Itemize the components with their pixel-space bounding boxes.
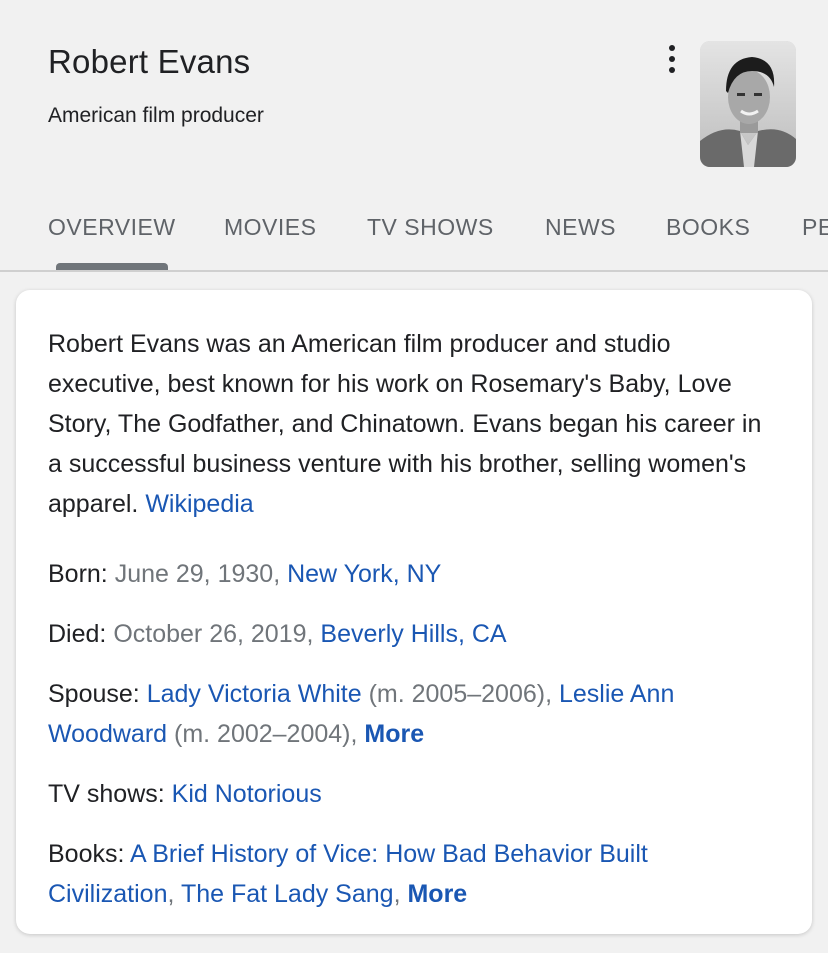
book-link-2[interactable]: The Fat Lady Sang	[181, 880, 394, 908]
books-more-link[interactable]: More	[407, 880, 467, 908]
book-1-line-1: A Brief History of Vice: How Bad Behavio…	[130, 840, 648, 868]
tv-show-link[interactable]: Kid Notorious	[172, 780, 322, 808]
tab-overview[interactable]: OVERVIEW	[48, 214, 176, 241]
header-divider	[0, 270, 828, 272]
fact-born: Born: June 29, 1930, New York, NY	[48, 554, 778, 594]
died-date: October 26, 2019,	[113, 620, 314, 648]
tab-bar: OVERVIEW MOVIES TV SHOWS NEWS BOOKS PE	[0, 205, 828, 270]
spouse-link-2[interactable]: Leslie Ann Woodward	[48, 680, 674, 748]
book-1-line-2: Civilization	[48, 880, 168, 908]
entity-subtitle: American film producer	[48, 104, 264, 127]
tab-people[interactable]: PE	[802, 214, 828, 241]
born-place-link[interactable]: New York, NY	[287, 560, 441, 588]
fact-died: Died: October 26, 2019, Beverly Hills, C…	[48, 614, 778, 654]
born-date: June 29, 1930,	[114, 560, 281, 588]
tab-tv-shows[interactable]: TV SHOWS	[367, 214, 494, 241]
spouse-label: Spouse:	[48, 680, 140, 708]
active-tab-indicator	[56, 263, 168, 270]
born-label: Born:	[48, 560, 108, 588]
entity-description: Robert Evans was an American film produc…	[48, 324, 778, 524]
tv-shows-label: TV shows:	[48, 780, 165, 808]
books-separator-2: ,	[393, 880, 401, 908]
fact-books: Books: A Brief History of Vice: How Bad …	[48, 834, 778, 914]
overview-card: Robert Evans was an American film produc…	[16, 290, 812, 934]
wikipedia-link[interactable]: Wikipedia	[145, 490, 253, 518]
entity-title: Robert Evans	[48, 43, 251, 80]
fact-tv-shows: TV shows: Kid Notorious	[48, 774, 778, 814]
spouse-link-1[interactable]: Lady Victoria White	[147, 680, 362, 708]
spouse-2-years: (m. 2002–2004),	[174, 720, 358, 748]
books-separator: ,	[167, 880, 175, 908]
tab-books[interactable]: BOOKS	[666, 214, 750, 241]
tab-movies[interactable]: MOVIES	[224, 214, 316, 241]
spouse-2-line-1: Leslie Ann	[558, 680, 675, 708]
spouse-1-years: (m. 2005–2006),	[368, 680, 553, 708]
entity-photo[interactable]	[700, 41, 796, 167]
spouse-more-link[interactable]: More	[364, 720, 424, 748]
tab-news[interactable]: NEWS	[545, 214, 616, 241]
died-label: Died:	[48, 620, 107, 648]
more-vert-icon[interactable]	[660, 42, 684, 76]
fact-spouse: Spouse: Lady Victoria White (m. 2005–200…	[48, 674, 778, 754]
spouse-2-line-2: Woodward	[48, 720, 168, 748]
died-place-link[interactable]: Beverly Hills, CA	[320, 620, 506, 648]
books-label: Books:	[48, 840, 125, 868]
knowledge-panel-header: Robert Evans American film producer OVER…	[0, 0, 828, 272]
